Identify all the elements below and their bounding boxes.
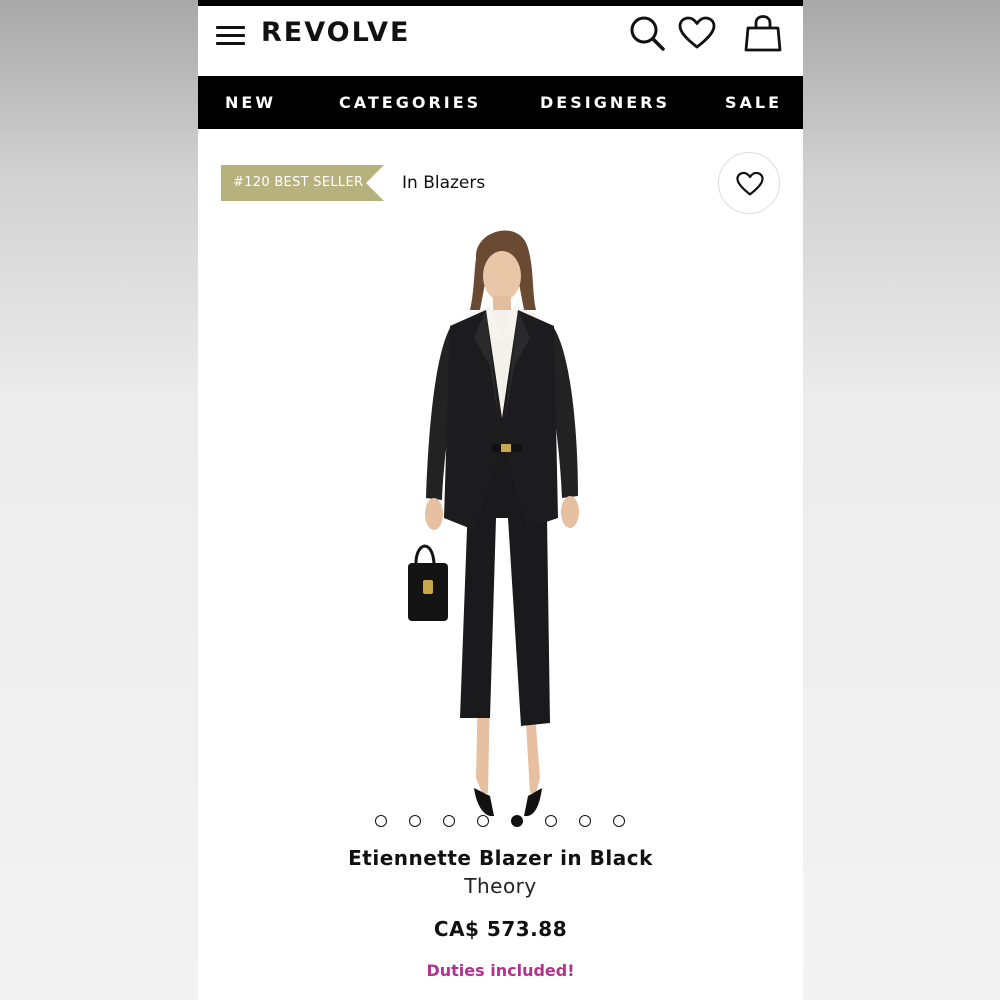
carousel-dot[interactable] xyxy=(409,815,421,827)
carousel-dot-active[interactable] xyxy=(511,815,523,827)
carousel-dot[interactable] xyxy=(375,815,387,827)
product-brand-link[interactable]: Theory xyxy=(198,874,803,898)
product-price: CA$ 573.88 xyxy=(433,917,568,941)
best-seller-badge: #120 BEST SELLER xyxy=(221,165,384,201)
carousel-dot[interactable] xyxy=(443,815,455,827)
heart-icon xyxy=(736,171,764,196)
carousel-dot[interactable] xyxy=(545,815,557,827)
bag-icon[interactable] xyxy=(743,14,783,54)
nav-new[interactable]: NEW xyxy=(225,93,276,113)
image-carousel-dots xyxy=(198,813,803,829)
product-image[interactable] xyxy=(378,218,623,838)
product-name: Etiennette Blazer in Black xyxy=(348,846,653,870)
nav-categories[interactable]: CATEGORIES xyxy=(339,93,481,113)
nav-designers[interactable]: DESIGNERS xyxy=(540,93,670,113)
logo[interactable]: REVOLVE xyxy=(261,17,410,49)
category-link[interactable]: In Blazers xyxy=(402,173,485,193)
app-screen: REVOLVE NEW CATEGORIES DESIGNERS SALE #1… xyxy=(198,0,803,1000)
nav-sale[interactable]: SALE xyxy=(725,93,782,113)
menu-icon[interactable] xyxy=(216,24,246,46)
category-nav: NEW CATEGORIES DESIGNERS SALE xyxy=(198,76,803,129)
carousel-dot[interactable] xyxy=(579,815,591,827)
duties-note: Duties included! xyxy=(426,961,575,980)
header: REVOLVE xyxy=(198,6,803,76)
heart-icon[interactable] xyxy=(678,16,716,50)
add-to-wishlist-button[interactable] xyxy=(718,152,780,214)
carousel-dot[interactable] xyxy=(613,815,625,827)
carousel-dot[interactable] xyxy=(477,815,489,827)
search-icon[interactable] xyxy=(628,14,666,52)
